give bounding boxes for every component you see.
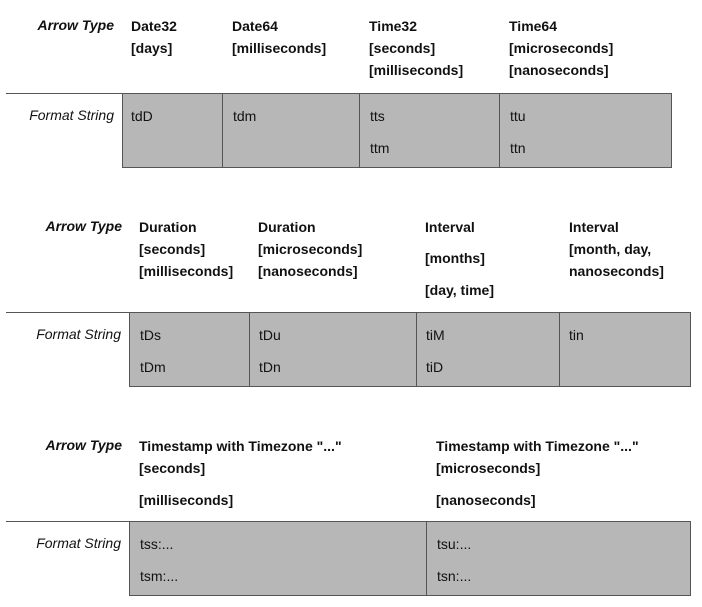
format-cell: tsu:... tsn:...: [426, 521, 691, 596]
arrow-type-label: Arrow Type: [37, 17, 115, 33]
column-header: Interval [month, day, nanoseconds]: [569, 219, 664, 279]
column-header: Interval [months] [day, time]: [425, 219, 494, 298]
format-cell: tss:... tsm:...: [129, 521, 427, 596]
format-cell: ttu ttn: [499, 93, 672, 168]
format-cell: tDu tDn: [249, 312, 417, 387]
arrow-type-label: Arrow Type: [45, 437, 123, 453]
format-cell: tDs tDm: [129, 312, 250, 387]
format-cell: tin: [559, 312, 691, 387]
format-string-label: Format String: [36, 326, 121, 342]
column-header: Duration [microseconds] [nanoseconds]: [258, 219, 363, 279]
column-header: Time32 [seconds] [milliseconds]: [369, 18, 464, 78]
format-cell: tdm: [222, 93, 360, 168]
column-header: Duration [seconds] [milliseconds]: [139, 219, 234, 279]
column-header: Time64 [microseconds] [nanoseconds]: [509, 18, 614, 78]
column-header: Timestamp with Timezone "..." [microseco…: [436, 438, 639, 508]
format-cell: tts ttm: [359, 93, 500, 168]
format-string-label: Format String: [36, 535, 121, 551]
arrow-type-label: Arrow Type: [45, 218, 123, 234]
divider: [6, 521, 130, 522]
format-cell: tdD: [122, 93, 223, 168]
column-header: Date64 [milliseconds]: [232, 18, 327, 56]
format-string-label: Format String: [29, 107, 114, 123]
divider: [6, 93, 123, 94]
column-header: Timestamp with Timezone "..." [seconds] …: [139, 438, 342, 508]
divider: [6, 312, 130, 313]
column-header: Date32 [days]: [131, 18, 177, 56]
format-cell: tiM tiD: [416, 312, 560, 387]
